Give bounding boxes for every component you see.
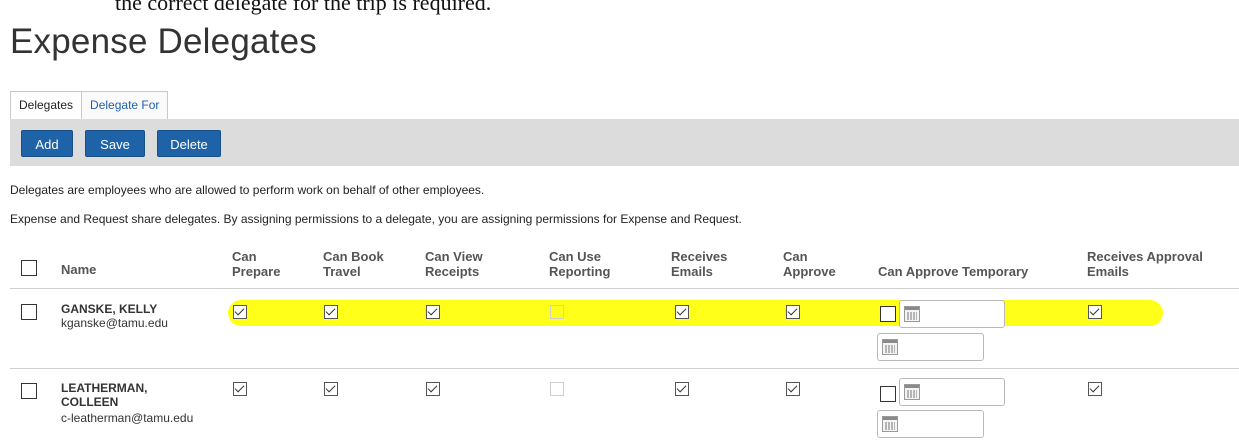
- highlight-marker: [228, 300, 1163, 326]
- receives-emails-checkbox[interactable]: [675, 305, 689, 319]
- column-header-line: Prepare: [232, 264, 281, 279]
- page-title: Expense Delegates: [10, 22, 317, 61]
- can-approve-temporary-checkbox[interactable]: [880, 306, 896, 322]
- select-all-checkbox[interactable]: [21, 260, 37, 276]
- can-view-receipts-checkbox[interactable]: [426, 382, 440, 396]
- can-approve-checkbox[interactable]: [786, 382, 800, 396]
- column-header-can-approve: Can Approve: [783, 249, 836, 279]
- toolbar: Add Save Delete: [10, 119, 1239, 166]
- delete-button[interactable]: Delete: [157, 130, 221, 157]
- calendar-icon[interactable]: [904, 384, 920, 400]
- can-use-reporting-checkbox: [550, 382, 564, 396]
- column-header-line: Receives: [671, 249, 728, 264]
- can-view-receipts-checkbox[interactable]: [426, 305, 440, 319]
- column-header-line: Approve: [783, 264, 836, 279]
- can-prepare-checkbox[interactable]: [233, 382, 247, 396]
- temporary-end-date-input[interactable]: [877, 410, 984, 438]
- column-header-line: Receipts: [425, 264, 480, 279]
- temporary-end-date-input[interactable]: [877, 333, 984, 361]
- column-header-line: Travel: [323, 264, 361, 279]
- column-header-can-prepare: Can Prepare: [232, 249, 280, 279]
- column-header-line: Emails: [671, 264, 713, 279]
- column-header-line: Emails: [1087, 264, 1129, 279]
- calendar-icon[interactable]: [882, 416, 898, 432]
- temporary-start-date-input[interactable]: [899, 300, 1005, 328]
- description-line-2: Expense and Request share delegates. By …: [10, 212, 742, 226]
- column-header-receives-emails: Receives Emails: [671, 249, 727, 279]
- can-approve-checkbox[interactable]: [786, 305, 800, 319]
- column-header-can-use-reporting: Can Use Reporting: [549, 249, 610, 279]
- can-book-travel-checkbox[interactable]: [324, 382, 338, 396]
- column-header-receives-approval-emails: Receives Approval Emails: [1087, 249, 1203, 279]
- description-line-1: Delegates are employees who are allowed …: [10, 183, 485, 197]
- delegate-email: c-leatherman@tamu.edu: [61, 411, 194, 425]
- delegate-name: GANSKE, KELLY: [61, 302, 157, 316]
- column-header-can-approve-temporary: Can Approve Temporary: [878, 264, 1029, 279]
- delegate-email: kganske@tamu.edu: [61, 316, 168, 330]
- can-book-travel-checkbox[interactable]: [324, 305, 338, 319]
- receives-emails-checkbox[interactable]: [675, 382, 689, 396]
- top-text-fragment: the correct delegate for the trip is req…: [115, 0, 492, 15]
- column-header-line: Receives Approval: [1087, 249, 1203, 264]
- column-header-line: Can: [783, 249, 808, 264]
- delegate-name-line: LEATHERMAN,: [61, 381, 148, 395]
- receives-approval-emails-checkbox[interactable]: [1088, 382, 1102, 396]
- delegate-name: LEATHERMAN, COLLEEN: [61, 381, 147, 409]
- calendar-icon[interactable]: [904, 306, 920, 322]
- can-use-reporting-checkbox: [550, 305, 564, 319]
- save-button[interactable]: Save: [85, 130, 145, 157]
- delegate-name-line: COLLEEN: [61, 395, 119, 409]
- header-divider: [10, 288, 1239, 289]
- receives-approval-emails-checkbox[interactable]: [1088, 305, 1102, 319]
- column-header-line: Can View: [425, 249, 483, 264]
- add-button[interactable]: Add: [21, 130, 73, 157]
- temporary-start-date-input[interactable]: [899, 378, 1005, 406]
- column-header-line: Can: [232, 249, 257, 264]
- calendar-icon[interactable]: [882, 339, 898, 355]
- tab-bar: Delegates Delegate For: [10, 91, 169, 119]
- can-prepare-checkbox[interactable]: [233, 305, 247, 319]
- column-header-name: Name: [61, 262, 97, 277]
- column-header-line: Reporting: [549, 264, 611, 279]
- tab-delegate-for[interactable]: Delegate For: [81, 91, 169, 119]
- column-header-line: Can Book: [323, 249, 384, 264]
- tab-delegates[interactable]: Delegates: [10, 91, 83, 119]
- row-select-checkbox[interactable]: [21, 304, 37, 320]
- column-header-can-book-travel: Can Book Travel: [323, 249, 384, 279]
- column-header-line: Can Use: [549, 249, 602, 264]
- can-approve-temporary-checkbox[interactable]: [880, 386, 896, 402]
- row-select-checkbox[interactable]: [21, 383, 37, 399]
- row-divider: [10, 368, 1239, 369]
- column-header-can-view-receipts: Can View Receipts: [425, 249, 483, 279]
- delegate-name-line: GANSKE, KELLY: [61, 302, 158, 316]
